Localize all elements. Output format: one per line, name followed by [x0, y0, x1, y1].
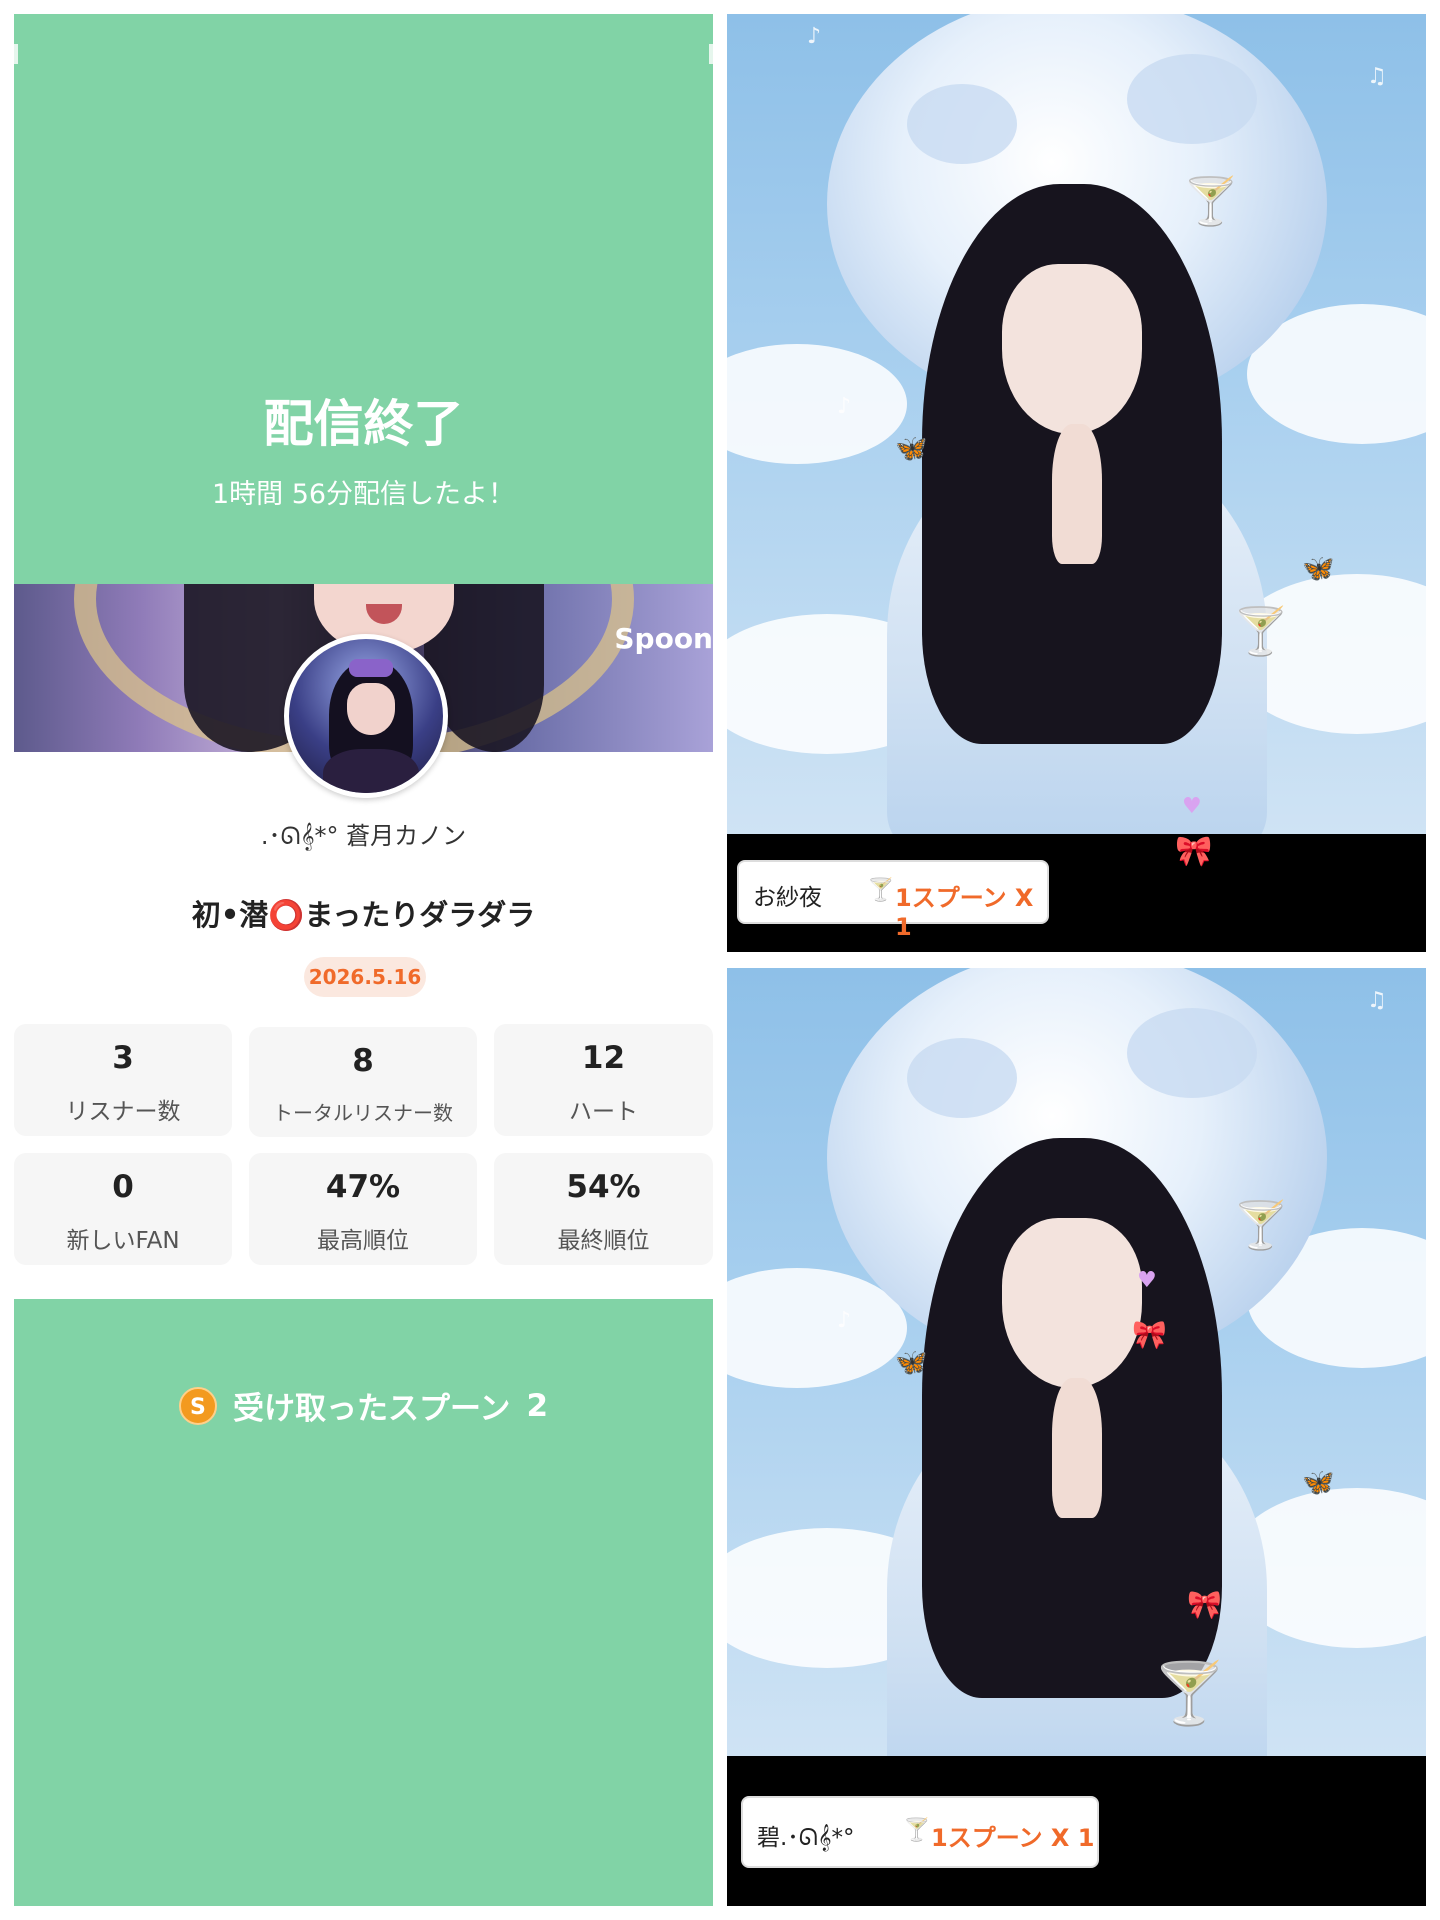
- summary-header: 配信終了 1時間 56分配信したよ！: [14, 14, 713, 584]
- girl-hands: [1052, 424, 1102, 564]
- stat-card-hearts: 12 ハート: [494, 1024, 713, 1136]
- edge-mark: [709, 44, 713, 64]
- moon-crater: [1127, 1008, 1257, 1098]
- stat-value: 47%: [325, 1169, 401, 1205]
- moon-crater: [1127, 54, 1257, 144]
- gift-sender-name: お紗夜: [753, 885, 822, 911]
- bow-icon: 🎀: [1187, 1588, 1222, 1621]
- music-note-icon: ♫: [1367, 988, 1387, 1013]
- received-spoons-section: S 受け取ったスプーン 2: [14, 1299, 713, 1906]
- music-note-icon: ♪: [837, 394, 852, 419]
- cloud: [727, 344, 907, 464]
- gift-bar: 碧.･ᘏ𝄞*° 🍸 1スプーン X 1: [727, 1756, 1426, 1906]
- stat-card-total-listeners: 8 トータルリスナー数: [249, 1027, 477, 1137]
- stat-label: ハート: [569, 1099, 638, 1125]
- gift-notification: 碧.･ᘏ𝄞*° 🍸 1スプーン X 1: [741, 1796, 1099, 1868]
- gift-spoon-amount: 1スプーン X 1: [931, 1824, 1095, 1852]
- moon-crater: [907, 84, 1017, 164]
- received-spoons-count: 2: [526, 1387, 549, 1424]
- bow-icon: 🎀: [1132, 1318, 1167, 1351]
- stat-value: 12: [581, 1040, 626, 1076]
- girl-hands: [1052, 1378, 1102, 1518]
- gift-bar: お紗夜 🍸 1スプーン X 1 🎀: [727, 834, 1426, 952]
- edge-mark: [14, 44, 18, 64]
- stat-value: 3: [112, 1040, 134, 1076]
- gift-sender-name: 碧.･ᘏ𝄞*°: [757, 1825, 855, 1851]
- stat-value: 54%: [566, 1169, 641, 1205]
- collage: 配信終了 1時間 56分配信したよ！ Spoon .･ᘏ𝄞*° 蒼月カノン 初•…: [0, 0, 1440, 1920]
- stat-value: 0: [112, 1169, 134, 1205]
- cocktail-glass-icon: 🍸: [867, 878, 895, 903]
- stat-card-highest-rank: 47% 最高順位: [249, 1153, 477, 1265]
- broadcast-end-title: 配信終了: [263, 395, 464, 453]
- butterfly-icon: 🦋: [1302, 1468, 1335, 1498]
- stat-label: 最高順位: [317, 1228, 409, 1254]
- date-badge: 2026.5.16: [304, 957, 426, 997]
- gift-spoon-amount: 1スプーン X 1: [895, 884, 1034, 941]
- stat-card-new-fans: 0 新しいFAN: [14, 1153, 232, 1265]
- avatar[interactable]: [284, 634, 448, 798]
- live-screenshot-1: 🦋 🦋 ♪ ♫ ♪ 🍸 🍸 ♥ お紗夜 🍸 1スプーン X 1 🎀: [727, 14, 1426, 952]
- received-spoons-label: 受け取ったスプーン: [232, 1391, 511, 1427]
- heart-icon: ♥: [1137, 1268, 1157, 1293]
- stat-label: 最終順位: [557, 1228, 650, 1254]
- butterfly-icon: 🦋: [895, 1348, 928, 1378]
- broadcast-summary-panel: 配信終了 1時間 56分配信したよ！ Spoon .･ᘏ𝄞*° 蒼月カノン 初•…: [14, 14, 713, 1906]
- cocktail-glass-icon: 🍸: [1232, 1198, 1290, 1252]
- bow-icon: 🎀: [1175, 834, 1213, 869]
- live-screenshot-2: 🦋 🦋 ♫ ♪ 🍸 ♥ 🎀 🎀 🍸 碧.･ᘏ𝄞*° 🍸 1スプーン X 1: [727, 968, 1426, 1906]
- stat-label: リスナー数: [65, 1099, 181, 1125]
- music-note-icon: ♫: [1367, 64, 1387, 89]
- background-artwork: 🦋 🦋 ♪ ♫ ♪ 🍸 🍸 ♥: [727, 14, 1426, 854]
- spoon-logo: Spoon: [614, 622, 713, 655]
- butterfly-icon: 🦋: [895, 434, 928, 464]
- avatar-bow: [349, 659, 393, 677]
- stat-label: 新しいFAN: [66, 1228, 180, 1254]
- cocktail-glass-icon: 🍸: [903, 1818, 931, 1843]
- dj-nickname: .･ᘏ𝄞*° 蒼月カノン: [260, 822, 467, 850]
- gift-notification: お紗夜 🍸 1スプーン X 1: [737, 860, 1049, 941]
- music-note-icon: ♪: [837, 1308, 852, 1333]
- live-title: 初•潜⭕まったりダラダラ: [191, 898, 536, 932]
- spoon-coin-icon: S: [178, 1386, 217, 1425]
- avatar-body: [323, 749, 419, 793]
- butterfly-icon: 🦋: [1302, 554, 1335, 584]
- music-note-icon: ♪: [807, 24, 822, 49]
- received-spoons-row: S 受け取ったスプーン 2: [14, 1383, 713, 1428]
- cocktail-glass-icon: 🍸: [1152, 1659, 1227, 1729]
- moon-crater: [907, 1038, 1017, 1118]
- stat-label: トータルリスナー数: [273, 1101, 453, 1125]
- girl-face: [1002, 264, 1142, 434]
- avatar-face: [347, 683, 395, 735]
- girl-face: [1002, 1218, 1142, 1388]
- stat-card-final-rank: 54% 最終順位: [494, 1153, 713, 1265]
- heart-icon: ♥: [1182, 794, 1202, 819]
- broadcast-duration: 1時間 56分配信したよ！: [211, 479, 516, 510]
- cocktail-glass-icon: 🍸: [1182, 174, 1240, 228]
- background-artwork: 🦋 🦋 ♫ ♪ 🍸 ♥ 🎀 🎀 🍸: [727, 968, 1426, 1808]
- cocktail-glass-icon: 🍸: [1232, 604, 1290, 658]
- stat-card-listeners: 3 リスナー数: [14, 1024, 232, 1136]
- stat-value: 8: [352, 1043, 374, 1079]
